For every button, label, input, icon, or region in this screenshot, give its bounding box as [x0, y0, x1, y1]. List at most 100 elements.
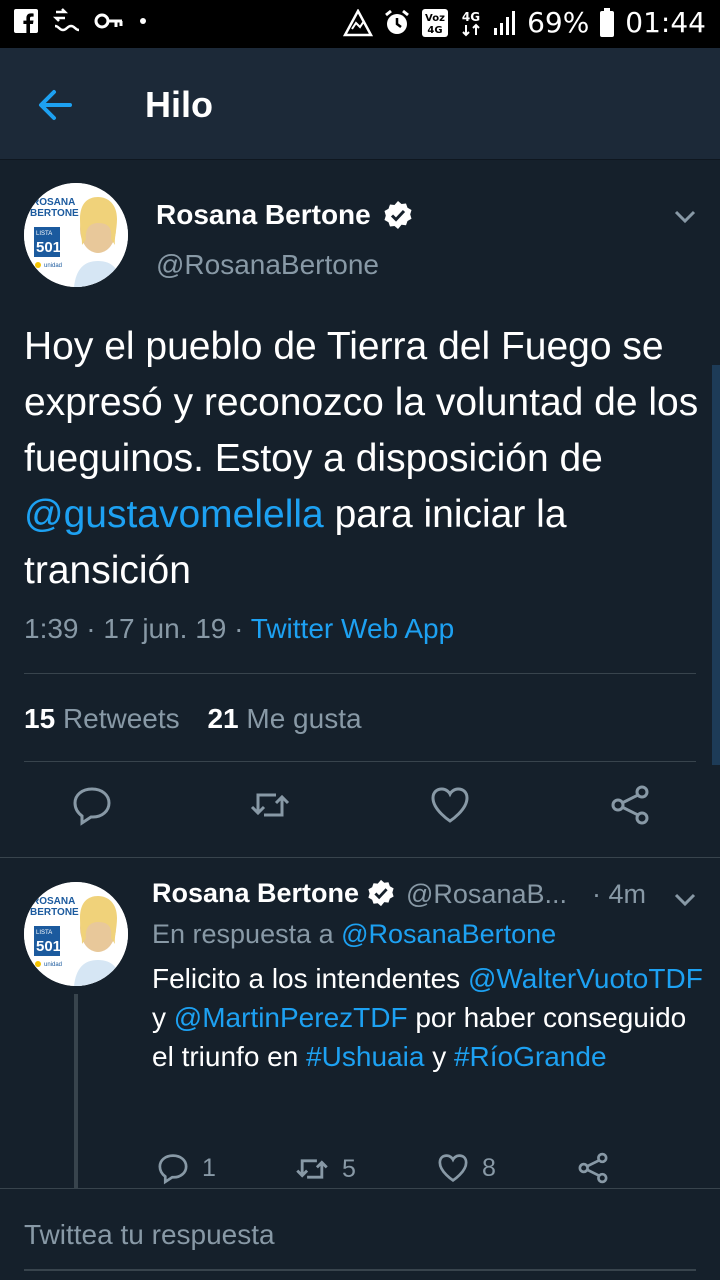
- author-name[interactable]: Rosana Bertone: [156, 199, 413, 231]
- reply-button[interactable]: 1: [156, 1151, 216, 1185]
- transfer-notification-icon: [52, 8, 80, 34]
- divider: [24, 673, 696, 674]
- author-name-text: Rosana Bertone: [152, 878, 360, 908]
- reply-icon: [73, 787, 111, 826]
- network-type-icon: 4G: [459, 8, 483, 38]
- heart-icon: [438, 1154, 468, 1182]
- likes-stat[interactable]: 21 Me gusta: [207, 703, 361, 734]
- reply-text-part: y: [152, 1002, 174, 1033]
- reply-options-button[interactable]: [670, 884, 700, 914]
- chevron-down-icon: [674, 210, 696, 224]
- avatar-lista: LISTA: [36, 930, 52, 936]
- avatar-party: unidad: [44, 962, 62, 968]
- status-left-icons: [14, 8, 148, 34]
- mention-link[interactable]: @MartinPerezTDF: [174, 1002, 408, 1033]
- reply-text-part: Felicito a los intendentes: [152, 963, 468, 994]
- reply-time: · 4m: [592, 879, 646, 909]
- clock-time: 01:44: [625, 6, 706, 39]
- author-name-text: Rosana Bertone: [156, 199, 371, 230]
- share-icon: [611, 785, 649, 825]
- reply-prefix: En respuesta a: [152, 919, 342, 949]
- retweets-count: 15: [24, 703, 56, 734]
- more-notifications-dot-icon: [138, 16, 148, 26]
- key-icon: [94, 11, 124, 31]
- back-button[interactable]: [30, 80, 80, 130]
- avatar-line2: BERTONE: [30, 907, 79, 918]
- scrollbar[interactable]: [712, 365, 720, 765]
- meta-separator: ·: [226, 613, 251, 644]
- signal-strength-icon: [493, 10, 517, 36]
- status-bar: Voz 4G 4G 69% 01:44: [0, 0, 720, 48]
- retweets-stat[interactable]: 15 Retweets: [24, 703, 180, 734]
- reply-author-handle[interactable]: @RosanaB...: [406, 879, 567, 910]
- meta-separator: ·: [78, 613, 104, 644]
- tweet-date: 17 jun. 19: [103, 613, 227, 644]
- tweet-stats: 15 Retweets 21 Me gusta: [24, 703, 362, 735]
- reply-tweet[interactable]: ROSANA BERTONE LISTA 501 unidad Rosana B…: [0, 858, 720, 1194]
- reply-actions: 1 5 8: [152, 1151, 712, 1191]
- avatar[interactable]: ROSANA BERTONE LISTA 501 unidad: [24, 183, 128, 287]
- share-button[interactable]: [608, 783, 652, 827]
- likes-count: 21: [207, 703, 239, 734]
- volte-icon: Voz 4G: [421, 8, 449, 38]
- compose-bar: Twittea tu respuesta: [0, 1188, 720, 1280]
- heart-icon: [431, 787, 469, 823]
- reply-author-name[interactable]: Rosana Bertone: [152, 878, 395, 909]
- tweet-options-button[interactable]: [670, 201, 700, 231]
- compose-underline: [24, 1269, 696, 1271]
- battery-percentage: 69%: [527, 6, 590, 39]
- campaign-avatar-image: ROSANA BERTONE LISTA 501 unidad: [24, 183, 128, 287]
- facebook-notification-icon: [14, 9, 38, 33]
- svg-text:4G: 4G: [462, 10, 480, 24]
- verified-badge-icon: [367, 879, 394, 906]
- share-button[interactable]: [576, 1151, 610, 1185]
- like-button[interactable]: 8: [436, 1151, 496, 1185]
- status-right-icons: Voz 4G 4G 69% 01:44: [343, 6, 706, 39]
- reply-icon: [158, 1154, 188, 1185]
- share-icon: [578, 1152, 608, 1184]
- avatar-number: 501: [36, 239, 61, 256]
- reply-text-part: y: [424, 1041, 454, 1072]
- avatar-line1: ROSANA: [32, 896, 75, 907]
- chevron-down-icon: [674, 893, 696, 907]
- retweets-label: Retweets: [62, 703, 180, 734]
- reply-button[interactable]: [70, 783, 114, 827]
- hashtag-link[interactable]: #RíoGrande: [454, 1041, 607, 1072]
- author-handle[interactable]: @RosanaBertone: [156, 249, 379, 281]
- tweet-text-part1: Hoy el pueblo de Tierra del Fuego se exp…: [24, 325, 699, 480]
- tweet-source-link[interactable]: Twitter Web App: [251, 613, 454, 644]
- data-saver-icon: [343, 8, 374, 37]
- reply-context: En respuesta a @RosanaBertone: [152, 919, 556, 950]
- svg-text:4G: 4G: [427, 25, 442, 36]
- main-tweet: ROSANA BERTONE LISTA 501 unidad Rosana B…: [0, 161, 720, 858]
- tweet-time: 1:39: [24, 613, 79, 644]
- tweet-actions: [0, 783, 720, 839]
- like-count: 8: [482, 1153, 496, 1182]
- app-bar: Hilo: [0, 48, 720, 160]
- avatar-line2: BERTONE: [30, 208, 79, 219]
- retweet-button[interactable]: [248, 783, 292, 827]
- retweet-icon: [296, 1159, 328, 1179]
- reply-count: 1: [202, 1153, 216, 1182]
- mention-link[interactable]: @gustavomelella: [24, 493, 324, 536]
- reply-compose-input[interactable]: Twittea tu respuesta: [24, 1219, 696, 1259]
- retweet-count: 5: [342, 1154, 356, 1183]
- retweet-button[interactable]: 5: [294, 1151, 356, 1187]
- likes-label: Me gusta: [246, 703, 362, 734]
- campaign-avatar-image: ROSANA BERTONE LISTA 501 unidad: [24, 882, 128, 986]
- tweet-text: Hoy el pueblo de Tierra del Fuego se exp…: [24, 319, 704, 599]
- reply-to-link[interactable]: @RosanaBertone: [341, 919, 556, 949]
- battery-icon: [599, 7, 615, 38]
- like-button[interactable]: [428, 783, 472, 827]
- divider: [24, 761, 696, 762]
- avatar-line1: ROSANA: [32, 197, 75, 208]
- arrow-left-icon: [39, 90, 72, 120]
- alarm-clock-icon: [383, 9, 411, 37]
- hashtag-link[interactable]: #Ushuaia: [306, 1041, 424, 1072]
- avatar-lista: LISTA: [36, 231, 52, 237]
- mention-link[interactable]: @WalterVuotoTDF: [468, 963, 703, 994]
- avatar[interactable]: ROSANA BERTONE LISTA 501 unidad: [24, 882, 128, 986]
- tweet-meta: 1:39 · 17 jun. 19 · Twitter Web App: [24, 613, 454, 645]
- reply-text: Felicito a los intendentes @WalterVuotoT…: [152, 959, 712, 1076]
- retweet-icon: [250, 793, 290, 817]
